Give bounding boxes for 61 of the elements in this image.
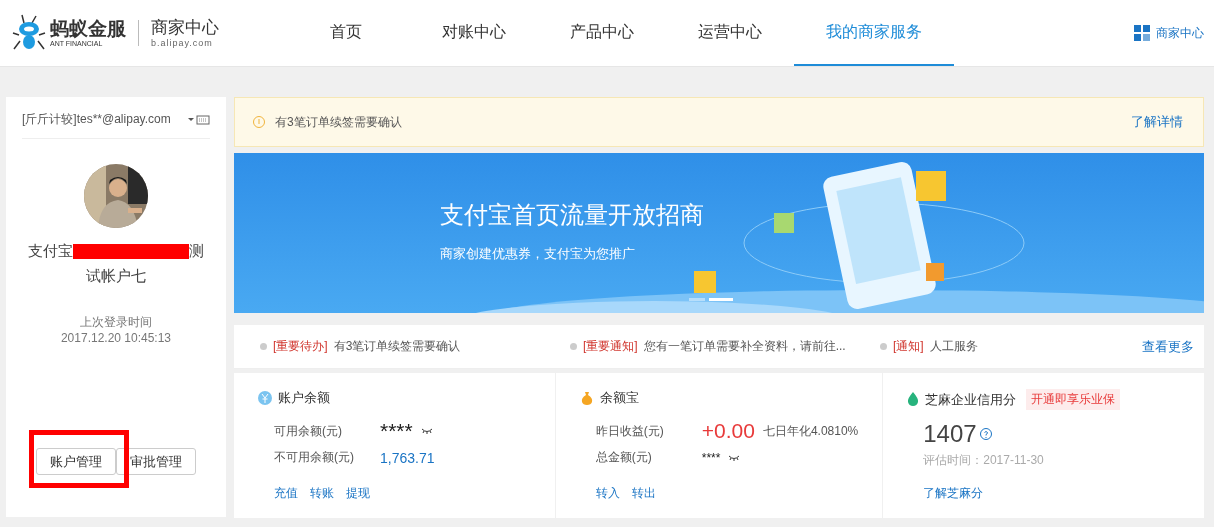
annual-rate: 七日年化4.0810% [762, 422, 859, 440]
card-link[interactable]: 提现 [346, 485, 370, 502]
merchant-center-link[interactable]: 商家中心 [1134, 0, 1214, 66]
product-name: 商家中心 [151, 18, 219, 36]
evaluation-date: 评估时间：2017-11-30 [923, 452, 1045, 469]
nav-tab[interactable]: 产品中心 [538, 0, 666, 66]
login-account: [斤斤计较]tes**@alipay.com [22, 111, 171, 128]
card-link[interactable]: 转账 [310, 485, 334, 502]
last-login-time: 2017.12.20 10:45:13 [60, 331, 172, 345]
nav-tab[interactable]: 对账中心 [410, 0, 538, 66]
card-title: 余额宝 [599, 389, 639, 407]
card-link[interactable]: 充值 [274, 485, 298, 502]
account-name: 支付宝 [28, 242, 73, 261]
field-value: 1,763.71 [380, 449, 435, 466]
field-label: 总金额(元) [595, 449, 653, 466]
field-label: 昨日收益(元) [595, 422, 665, 440]
bullet-icon [260, 343, 267, 350]
more-link[interactable]: 查看更多 [1142, 337, 1194, 356]
field-label: 可用余额(元) [274, 422, 343, 440]
closed-eye-icon[interactable] [728, 454, 741, 461]
brand-name: 蚂蚁金服 [50, 19, 126, 38]
card-title: 芝麻企业信用分 [925, 390, 1017, 409]
bullet-icon [880, 343, 887, 350]
field-label: 不可用余额(元) [274, 449, 355, 466]
bulletin-tag: [重要待办] [273, 338, 328, 355]
drop-icon [907, 392, 920, 407]
help-icon[interactable] [979, 428, 992, 440]
money-bag-icon [579, 390, 594, 406]
bulletin-tag: [通知] [893, 338, 924, 355]
nav-tab[interactable]: 运营中心 [666, 0, 794, 66]
account-name: 测 [189, 242, 204, 261]
notice-text: 有3笔订单续签需要确认 [275, 113, 403, 131]
account-name: 试帐户七 [86, 267, 146, 286]
bulletin-text[interactable]: 您有一笔订单需要补全资料，请前往... [643, 338, 846, 355]
grid-icon [1134, 25, 1150, 41]
banner-subtitle: 商家创建优惠券，支付宝为您推广 [440, 245, 636, 263]
field-value: **** [701, 450, 721, 465]
card-link[interactable]: 了解芝麻分 [923, 485, 984, 502]
closed-eye-icon[interactable] [420, 428, 433, 434]
field-value: +0.00 [701, 419, 755, 443]
dropdown-keyboard-icon[interactable] [188, 114, 210, 125]
domain-text: b.alipay.com [151, 38, 214, 48]
last-login-label: 上次登录时间 [80, 314, 152, 331]
bulletin-tag: [重要通知] [583, 338, 638, 355]
yen-icon [258, 391, 272, 405]
details-link[interactable]: 了解详情 [1131, 113, 1183, 131]
card-link[interactable]: 转出 [631, 485, 656, 502]
field-value: **** [380, 419, 413, 443]
bulletin-text[interactable]: 有3笔订单续签需要确认 [333, 338, 461, 355]
nav-tab[interactable]: 首页 [282, 0, 410, 66]
banner-title: 支付宝首页流量开放招商 [440, 200, 704, 230]
card-link[interactable]: 转入 [595, 485, 620, 502]
promo-badge[interactable]: 开通即享乐业保 [1026, 389, 1121, 410]
bullet-icon [570, 343, 577, 350]
credit-score: 1407 [923, 420, 977, 448]
account-button[interactable]: 账户管理 [36, 448, 116, 475]
card-title: 账户余额 [278, 389, 330, 407]
account-button[interactable]: 审批管理 [116, 448, 196, 475]
nav-tab[interactable]: 我的商家服务 [794, 0, 954, 66]
bulletin-text[interactable]: 人工服务 [929, 338, 978, 355]
info-icon [253, 116, 265, 128]
